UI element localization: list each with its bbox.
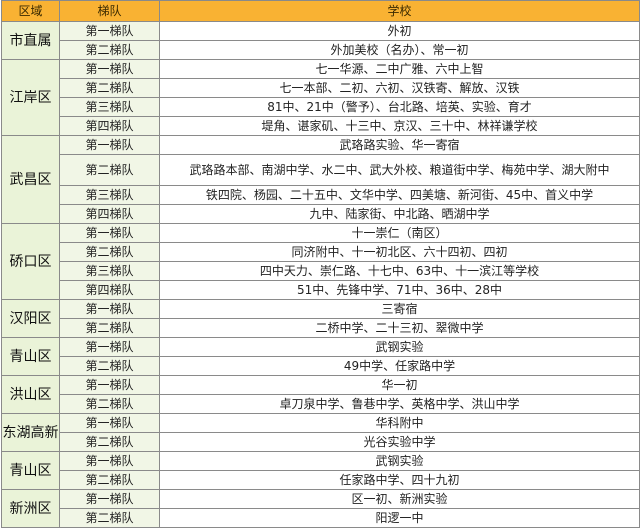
tier-cell: 第二梯队 [59, 242, 160, 262]
school-cell: 外初 [159, 21, 640, 41]
tier-cell: 第一梯队 [59, 135, 160, 155]
district-cell: 青山区 [1, 337, 60, 376]
tier-cell: 第二梯队 [59, 318, 160, 338]
tier-cell: 第三梯队 [59, 185, 160, 205]
school-cell: 十一崇仁（南区） [159, 223, 640, 243]
tier-cell: 第二梯队 [59, 78, 160, 98]
header-row: 区域 梯队 学校 [1, 0, 640, 22]
table-row: 江岸区 第一梯队 七一华源、二中广雅、六中上智 [1, 59, 640, 136]
school-cell: 二桥中学、二十三初、翠微中学 [159, 318, 640, 338]
school-cell: 卓刀泉中学、鲁巷中学、英格中学、洪山中学 [159, 394, 640, 414]
table-row: 第二梯队 卓刀泉中学、鲁巷中学、英格中学、洪山中学 [2, 394, 640, 414]
header-tier: 梯队 [59, 0, 160, 22]
school-cell: 任家路中学、四十九初 [159, 470, 640, 490]
tier-cell: 第一梯队 [59, 413, 160, 433]
tier-cell: 第一梯队 [59, 223, 160, 243]
school-cell: 九中、陆家街、中北路、晒湖中学 [159, 204, 640, 224]
district-cell: 东湖高新 [1, 413, 60, 452]
table-row: 青山区 第一梯队 武钢实验 [1, 337, 640, 376]
table-row: 第二梯队 武珞路本部、南湖中学、水二中、武大外校、粮道街中学、梅苑中学、湖大附中 [2, 154, 640, 186]
school-tier-table-wrapper: 区域 梯队 学校 市直属 第一梯队 外初 第二梯队 外加美校（名办）、常一初 江岸区 第一梯… [0, 0, 640, 530]
table-row: 第三梯队 四中天力、崇仁路、十七中、63中、十一滨江等学校 [2, 261, 640, 281]
school-cell: 81中、21中（警予）、台北路、培英、实验、育才 [159, 97, 640, 117]
header-school: 学校 [159, 0, 640, 22]
tier-cell: 第二梯队 [59, 40, 160, 60]
table-row: 第四梯队 堤角、谌家矶、十三中、京汉、三十中、林祥谦学校 [2, 116, 640, 136]
district-cell: 洪山区 [1, 375, 60, 414]
tier-cell: 第一梯队 [59, 299, 160, 319]
district-cell: 武昌区 [1, 135, 60, 224]
school-cell: 区一初、新洲实验 [159, 489, 640, 509]
tier-cell: 第二梯队 [59, 394, 160, 414]
school-cell: 武珞路实验、华一寄宿 [159, 135, 640, 155]
table-row: 硚口区 第一梯队 十一崇仁（南区） [1, 223, 640, 300]
school-cell: 51中、先锋中学、71中、36中、28中 [159, 280, 640, 300]
table-header: 区域 梯队 学校 [1, 0, 640, 22]
tier-cell: 第二梯队 [59, 356, 160, 376]
tier-cell: 第二梯队 [59, 154, 160, 186]
table-row: 第三梯队 81中、21中（警予）、台北路、培英、实验、育才 [2, 97, 640, 117]
tier-cell: 第二梯队 [59, 508, 160, 528]
tier-cell: 第一梯队 [59, 337, 160, 357]
tier-cell: 第四梯队 [59, 204, 160, 224]
table-row: 武昌区 第一梯队 武珞路实验、华一寄宿 [1, 135, 640, 224]
tier-cell: 第一梯队 [59, 489, 160, 509]
school-cell: 七一本部、二初、六初、汉铁寄、解放、汉铁 [159, 78, 640, 98]
school-cell: 七一华源、二中广雅、六中上智 [159, 59, 640, 79]
tier-cell: 第一梯队 [59, 59, 160, 79]
table-row: 第二梯队 七一本部、二初、六初、汉铁寄、解放、汉铁 [2, 78, 640, 98]
table-row: 第二梯队 同济附中、十一初北区、六十四初、四初 [2, 242, 640, 262]
table-row: 第三梯队 铁四院、杨园、二十五中、文华中学、四美塘、新河街、45中、首义中学 [2, 185, 640, 205]
tier-cell: 第二梯队 [59, 470, 160, 490]
table-row: 第四梯队 51中、先锋中学、71中、36中、28中 [2, 280, 640, 300]
school-cell: 武钢实验 [159, 451, 640, 471]
school-cell: 同济附中、十一初北区、六十四初、四初 [159, 242, 640, 262]
school-cell: 49中学、任家路中学 [159, 356, 640, 376]
tier-cell: 第一梯队 [59, 451, 160, 471]
school-cell: 三寄宿 [159, 299, 640, 319]
table-row: 东湖高新 第一梯队 华科附中 [1, 413, 640, 452]
district-cell: 汉阳区 [1, 299, 60, 338]
header-district: 区域 [1, 0, 60, 22]
district-cell: 新洲区 [1, 489, 60, 528]
school-cell: 阳逻一中 [159, 508, 640, 528]
table-row: 第四梯队 九中、陆家街、中北路、晒湖中学 [2, 204, 640, 224]
table-row: 新洲区 第一梯队 区一初、新洲实验 [1, 489, 640, 528]
table-row: 第二梯队 二桥中学、二十三初、翠微中学 [2, 318, 640, 338]
school-cell: 外加美校（名办）、常一初 [159, 40, 640, 60]
table-body: 市直属 第一梯队 外初 第二梯队 外加美校（名办）、常一初 江岸区 第一梯队 七一华源、二中广… [1, 21, 640, 528]
table-row: 市直属 第一梯队 外初 [1, 21, 640, 60]
school-tier-table: 区域 梯队 学校 市直属 第一梯队 外初 第二梯队 外加美校（名办）、常一初 江岸区 第一梯… [1, 0, 640, 528]
tier-cell: 第三梯队 [59, 97, 160, 117]
school-cell: 华科附中 [159, 413, 640, 433]
table-row: 第二梯队 任家路中学、四十九初 [2, 470, 640, 490]
table-row: 青山区 第一梯队 武钢实验 [1, 451, 640, 490]
school-cell: 铁四院、杨园、二十五中、文华中学、四美塘、新河街、45中、首义中学 [159, 185, 640, 205]
school-cell: 华一初 [159, 375, 640, 395]
district-cell: 市直属 [1, 21, 60, 60]
tier-cell: 第三梯队 [59, 261, 160, 281]
school-cell: 光谷实验中学 [159, 432, 640, 452]
school-cell: 堤角、谌家矶、十三中、京汉、三十中、林祥谦学校 [159, 116, 640, 136]
tier-cell: 第四梯队 [59, 116, 160, 136]
table-row: 洪山区 第一梯队 华一初 [1, 375, 640, 414]
tier-cell: 第一梯队 [59, 375, 160, 395]
district-cell: 青山区 [1, 451, 60, 490]
district-cell: 江岸区 [1, 59, 60, 136]
tier-cell: 第一梯队 [59, 21, 160, 41]
table-row: 第二梯队 49中学、任家路中学 [2, 356, 640, 376]
table-row: 第二梯队 光谷实验中学 [2, 432, 640, 452]
tier-cell: 第二梯队 [59, 432, 160, 452]
table-row: 汉阳区 第一梯队 三寄宿 [1, 299, 640, 338]
school-cell: 武珞路本部、南湖中学、水二中、武大外校、粮道街中学、梅苑中学、湖大附中 [159, 154, 640, 186]
tier-cell: 第四梯队 [59, 280, 160, 300]
school-cell: 武钢实验 [159, 337, 640, 357]
table-row: 第二梯队 阳逻一中 [2, 508, 640, 528]
table-row: 第二梯队 外加美校（名办）、常一初 [2, 40, 640, 60]
district-cell: 硚口区 [1, 223, 60, 300]
school-cell: 四中天力、崇仁路、十七中、63中、十一滨江等学校 [159, 261, 640, 281]
